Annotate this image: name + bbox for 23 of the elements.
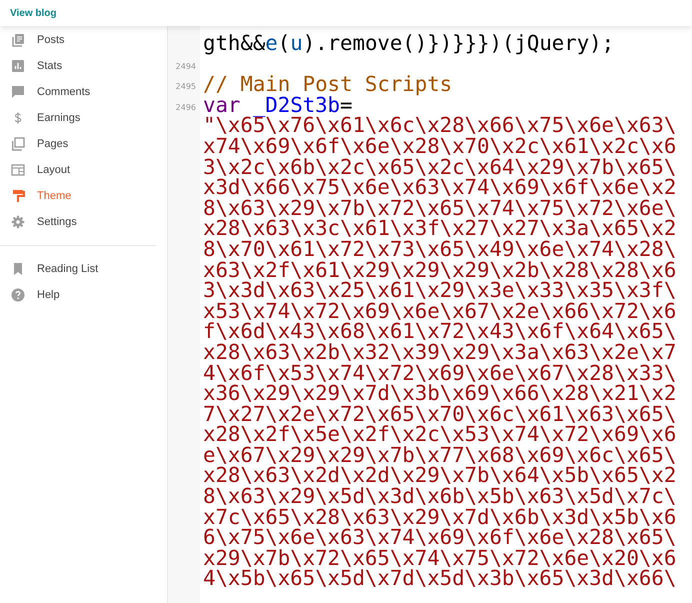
line-number: 2496: [174, 102, 197, 113]
view-blog-link[interactable]: View blog: [10, 8, 56, 19]
help-icon: [11, 288, 25, 302]
sidebar-item[interactable]: Pages: [37, 136, 68, 152]
pages-icon: [11, 137, 25, 151]
line-number: 2494: [174, 60, 197, 72]
sidebar-item[interactable]: Comments: [37, 84, 90, 100]
line-number: 2495: [174, 81, 197, 92]
code-line: gth&&e(u).remove()})}}})(jQuery);: [203, 31, 614, 55]
comment-icon: [11, 85, 25, 99]
sidebar-item[interactable]: Earnings: [37, 110, 80, 126]
sidebar-item[interactable]: Settings: [37, 214, 77, 230]
sidebar-item[interactable]: Layout: [37, 162, 70, 178]
sidebar-item[interactable]: Posts: [37, 32, 65, 48]
stats-icon: [11, 59, 25, 73]
sidebar-item[interactable]: Reading List: [37, 260, 98, 278]
sidebar-item[interactable]: Stats: [37, 58, 62, 74]
paint-roller-icon: [11, 189, 25, 203]
settings-icon: [11, 215, 25, 229]
sidebar-item[interactable]: Help: [37, 286, 60, 304]
posts-icon: [11, 33, 25, 47]
bookmark-icon: [11, 262, 25, 276]
layout-icon: [11, 163, 25, 177]
